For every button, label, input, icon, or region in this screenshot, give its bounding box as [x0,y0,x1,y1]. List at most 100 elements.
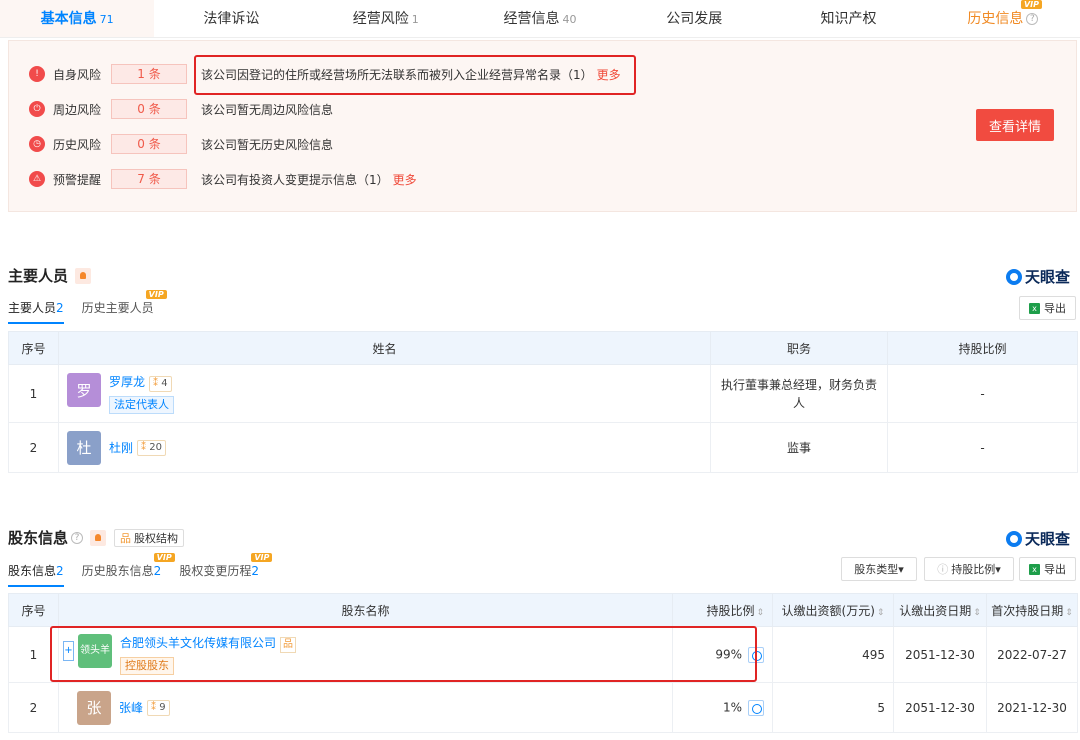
ratio-value: 99% [715,647,742,661]
equity-structure-button[interactable]: 品股权结构 [114,528,185,547]
position-cell: 监事 [710,422,888,473]
row-number: 1 [8,626,59,683]
risk-count[interactable]: 1 条 [111,64,187,84]
org-chart-icon[interactable]: 品 [280,637,297,653]
caret-down-icon: ▾ [995,562,1001,576]
relation-icon: ⁑ [153,378,159,389]
risk-row-history: ◷ 历史风险 0 条 该公司暂无历史风险信息 [29,133,333,155]
column-header: 序号 [8,331,59,365]
subtab-history-holders[interactable]: 历史股东信息2 VIP [82,553,175,587]
avatar: 张 [77,690,111,725]
tianyancha-logo-icon [1006,268,1022,285]
controlling-holder-tag: 控股股东 [120,657,174,675]
relation-count-badge[interactable]: ⁑ 20 [137,439,166,456]
sortable-column-header[interactable]: 持股比例 ⇕ [672,593,773,627]
staff-export-button[interactable]: x 导出 [1019,296,1076,320]
power-icon: ⏻ [29,101,45,117]
holding-ratio-dropdown[interactable]: ⓘ 持股比例 ▾ [924,557,1014,581]
excel-icon: x [1029,302,1040,314]
tab-count: 1 [411,13,419,26]
subtab-label: 历史主要人员 [81,301,154,315]
subtab-count: 2 [153,564,162,578]
relation-count-badge[interactable]: ⁑ 4 [149,376,172,392]
risk-label: 自身风险 [53,67,102,82]
tab-ip[interactable]: 知识产权 [771,0,925,37]
expand-icon[interactable]: + [63,641,74,661]
staff-table: 序号 姓名 职务 持股比例 1 罗 罗厚龙 ⁑ 4 法定代表人 执行董事兼总经理，… [8,331,1078,473]
risk-text: 该公司暂无周边风险信息 [201,102,334,117]
column-header: 股东名称 [58,593,673,627]
person-name-link[interactable]: 张峰 [119,699,143,716]
avatar: 罗 [67,373,101,407]
column-header: 序号 [8,593,59,627]
risk-count[interactable]: 0 条 [111,99,187,119]
subtab-main-staff[interactable]: 主要人员2 [8,299,64,324]
risk-count[interactable]: 7 条 [111,169,187,189]
brand-logo: 天眼查 [1006,266,1070,287]
dropdown-label: 股东类型 [854,563,899,576]
sortable-column-header[interactable]: 首次持股日期 ⇕ [986,593,1078,627]
holders-export-button[interactable]: x 导出 [1019,557,1076,581]
risk-label: 周边风险 [53,102,102,117]
excel-icon: x [1029,563,1040,575]
tab-label: 历史信息 [967,11,1024,27]
relation-count: 20 [149,441,162,453]
staff-subtabs: 主要人员2 历史主要人员 VIP [8,290,172,324]
person-name-link[interactable]: 罗厚龙 [109,375,145,389]
sortable-column-header[interactable]: 认缴出资日期 ⇕ [893,593,987,627]
holders-table: 序号 股东名称 持股比例 ⇕ 认缴出资额(万元) ⇕ 认缴出资日期 ⇕ 首次持股日期 ⇕… [8,593,1078,733]
tab-business-info[interactable]: 经营信息 40 [463,0,617,37]
tab-business-risk[interactable]: 经营风险 1 [309,0,463,37]
first-hold-date-cell: 2022-07-27 [986,626,1078,683]
more-link[interactable]: 更多 [393,171,417,188]
amount-cell: 5 [772,682,894,733]
ratio-cell: - [887,422,1078,473]
export-label: 导出 [1044,563,1066,576]
sort-icon: ⇕ [973,607,981,618]
holder-type-dropdown[interactable]: 股东类型 ▾ [841,557,917,581]
tab-development[interactable]: 公司发展 [617,0,771,37]
header-label: 认缴出资额(万元) [781,603,875,618]
relation-count-badge[interactable]: ⁑ 9 [147,699,170,716]
ratio-value: 1% [722,700,742,714]
caret-down-icon: ▾ [898,562,904,576]
clock-icon: ◷ [29,136,45,152]
tab-count: 40 [562,13,577,26]
tab-basic-info[interactable]: 基本信息 71 [0,0,155,37]
sort-icon: ⇕ [876,607,885,618]
risk-text: 该公司暂无历史风险信息 [201,137,334,152]
tab-history[interactable]: 历史信息? VIP [926,0,1080,37]
top-tab-bar: 基本信息 71 法律诉讼 经营风险 1 经营信息 40 公司发展 知识产权 历史信息?… [0,0,1080,38]
subtab-holders[interactable]: 股东信息2 [8,562,64,587]
subtab-history-staff[interactable]: 历史主要人员 VIP [81,290,167,324]
tab-legal[interactable]: 法律诉讼 [154,0,308,37]
first-hold-date-cell: 2021-12-30 [986,682,1078,733]
subscribe-date-cell: 2051-12-30 [893,682,987,733]
amount-cell: 495 [772,626,894,683]
header-label: 持股比例 [706,603,755,618]
sort-icon: ⇕ [1065,607,1073,618]
pie-chart-icon[interactable] [748,646,764,663]
tab-label: 经营风险 [352,11,409,27]
tab-count: 71 [99,13,114,26]
more-link[interactable]: 更多 [597,66,621,83]
equity-label: 股权结构 [134,531,179,545]
view-details-button[interactable]: 查看详情 [976,109,1054,141]
company-name-link[interactable]: 合肥领头羊文化传媒有限公司 [120,636,276,650]
subtab-equity-changes[interactable]: 股权变更历程2 VIP [179,553,273,587]
header-label: 认缴出资日期 [899,603,972,618]
subtab-label: 股东信息 [8,564,57,578]
dropdown-label: 持股比例 [951,563,996,576]
holders-section-title: 股东信息 ? 品股权结构 [8,527,185,548]
sortable-column-header[interactable]: 认缴出资额(万元) ⇕ [772,593,894,627]
brand-text: 天眼查 [1025,268,1071,286]
tab-label: 法律诉讼 [203,11,260,27]
person-name-link[interactable]: 杜刚 [109,439,133,456]
bell-icon[interactable] [75,267,92,284]
relation-icon: ⁑ [151,701,157,713]
risk-count[interactable]: 0 条 [111,134,187,154]
help-icon[interactable]: ? [71,531,84,544]
pie-chart-icon[interactable] [748,699,764,716]
table-row: 2 杜 杜刚 ⁑ 20 监事 - [8,422,1078,473]
bell-icon[interactable] [90,529,107,546]
